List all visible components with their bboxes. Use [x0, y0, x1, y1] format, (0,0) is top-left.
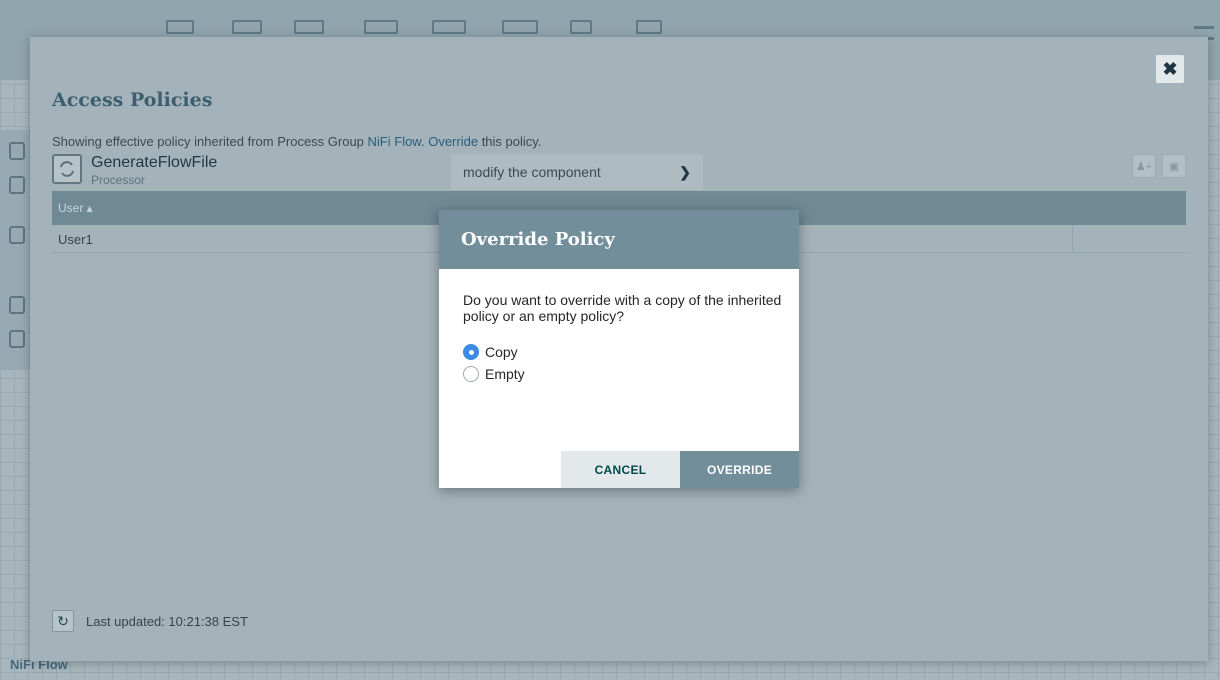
radio-copy-label: Copy [485, 344, 518, 360]
process-group-link[interactable]: NiFi Flow [368, 134, 421, 149]
add-user-button[interactable]: ♟+ [1132, 154, 1156, 178]
message-suffix: this policy. [478, 134, 542, 149]
message-prefix: Showing effective policy inherited from … [52, 134, 368, 149]
override-button[interactable]: OVERRIDE [680, 451, 799, 488]
inherited-policy-message: Showing effective policy inherited from … [52, 134, 541, 149]
radio-copy[interactable]: Copy [463, 343, 518, 361]
user-tools: ♟+ ▣ [1132, 154, 1186, 178]
override-dialog-title: Override Policy [461, 229, 615, 250]
delete-policy-button[interactable]: ▣ [1162, 154, 1186, 178]
selected-action: modify the component [463, 164, 601, 180]
override-question: Do you want to override with a copy of t… [463, 292, 782, 324]
close-button[interactable]: ✖ [1156, 55, 1184, 83]
override-dialog-header: Override Policy [439, 210, 799, 269]
last-updated-text: Last updated: 10:21:38 EST [86, 614, 248, 629]
cancel-button[interactable]: CANCEL [561, 451, 680, 488]
override-policy-dialog: Override Policy Do you want to override … [439, 210, 799, 488]
dialog-title: Access Policies [52, 89, 213, 111]
component-type: Processor [91, 173, 146, 187]
radio-unchecked-icon[interactable] [463, 366, 479, 382]
processor-icon [52, 154, 82, 184]
refresh-button[interactable]: ↻ [52, 610, 74, 632]
component-name: GenerateFlowFile [91, 154, 218, 171]
close-icon: ✖ [1162, 58, 1178, 79]
user-cell: User1 [58, 231, 93, 247]
trash-icon: ▣ [1168, 160, 1180, 173]
policy-action-select[interactable]: modify the component ❯ [451, 154, 703, 190]
add-user-icon: ♟+ [1135, 160, 1153, 173]
chevron-down-icon: ❯ [679, 164, 691, 180]
row-actions-cell [1072, 225, 1186, 253]
refresh-icon: ↻ [57, 612, 69, 629]
radio-empty[interactable]: Empty [463, 365, 525, 383]
radio-checked-icon[interactable] [463, 344, 479, 360]
radio-empty-label: Empty [485, 366, 525, 382]
override-link[interactable]: Override [428, 134, 478, 149]
column-header-user[interactable]: User ▴ [52, 191, 93, 225]
